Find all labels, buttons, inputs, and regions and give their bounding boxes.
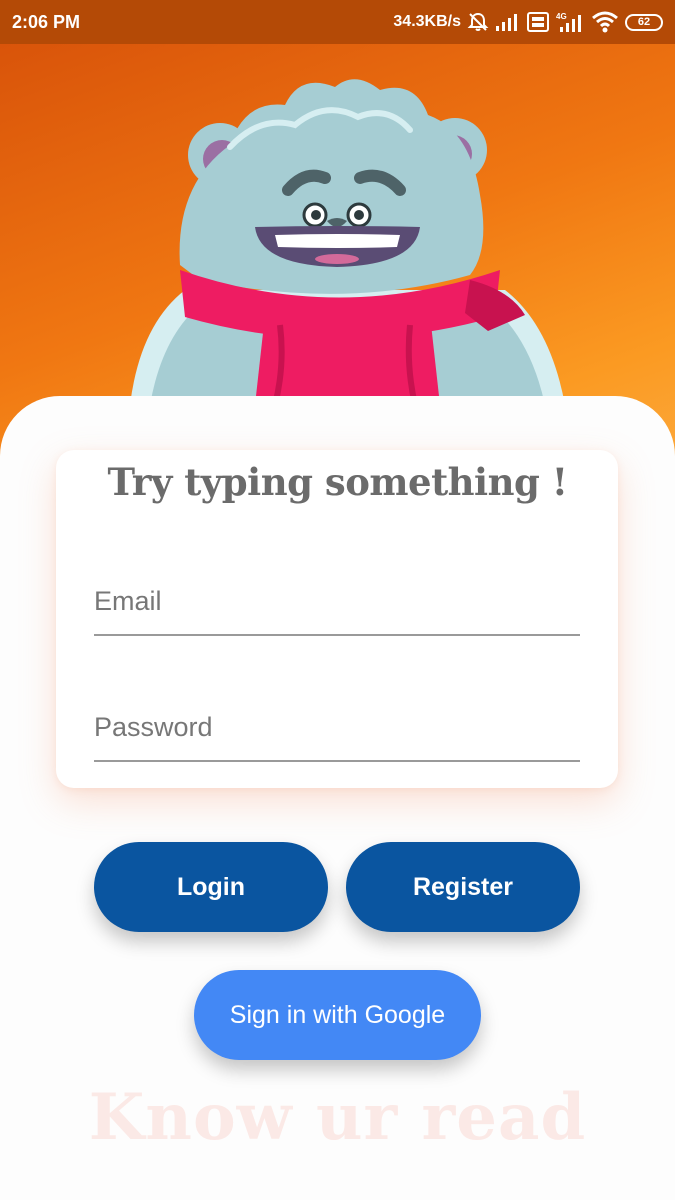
email-field[interactable] (94, 576, 580, 636)
wifi-icon (591, 11, 619, 33)
status-icons: 34.3KB/s 4G 62 (393, 11, 663, 33)
volte-icon (527, 12, 549, 32)
status-time: 2:06 PM (12, 11, 81, 32)
4g-signal-icon: 4G (555, 11, 585, 33)
login-screen: 2:06 PM 34.3KB/s 4G 62 Try typing someth… (0, 0, 675, 1200)
google-signin-button[interactable]: Sign in with Google (194, 970, 481, 1060)
alarm-off-icon (467, 11, 489, 33)
battery-level: 62 (637, 16, 651, 28)
form-title: Try typing something ! (107, 460, 568, 504)
svg-text:4G: 4G (556, 12, 567, 21)
register-button[interactable]: Register (346, 842, 580, 932)
signal-icon (495, 12, 521, 32)
email-input[interactable] (94, 586, 580, 617)
yeti-mascot-illustration (130, 79, 565, 405)
network-speed: 34.3KB/s (393, 13, 461, 30)
brand-watermark: Know ur read (88, 1080, 587, 1155)
battery-icon: 62 (625, 13, 663, 31)
login-button[interactable]: Login (94, 842, 328, 932)
password-field[interactable] (94, 702, 580, 762)
status-bar: 2:06 PM 34.3KB/s 4G 62 (0, 0, 675, 44)
password-input[interactable] (94, 712, 580, 743)
